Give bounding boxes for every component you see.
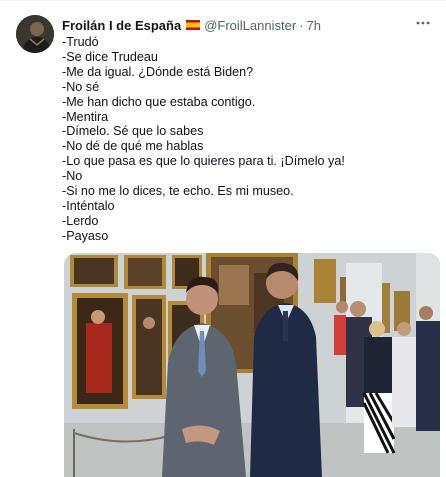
tweet-line: -Mentira — [62, 109, 109, 124]
tweet-line: -Payaso — [62, 228, 109, 243]
tweet-header: Froilán I de España @FroilLannister · 7h — [62, 15, 438, 35]
tweet-line: -Lerdo — [62, 213, 99, 228]
timestamp[interactable]: 7h — [307, 18, 321, 33]
display-name[interactable]: Froilán I de España — [62, 18, 181, 33]
tweet-line: -Si no me lo dices, te echo. Es mi museo… — [62, 184, 294, 199]
tweet-line: -No dé de qué me hablas — [62, 139, 204, 154]
tweet-photo[interactable] — [64, 253, 440, 477]
separator: · — [299, 17, 304, 33]
more-horizontal-icon[interactable] — [412, 13, 434, 33]
museum-photo — [64, 253, 440, 477]
tweet-line: -Me han dicho que estaba contigo. — [62, 94, 256, 109]
tweet-line: -Dímelo. Sé que lo sabes — [62, 124, 204, 139]
tweet-line: -No — [62, 169, 83, 184]
tweet-line: -Se dice Trudeau — [62, 49, 158, 64]
tweet[interactable]: Froilán I de España @FroilLannister · 7h… — [0, 0, 446, 477]
tweet-content: Froilán I de España @FroilLannister · 7h… — [62, 15, 438, 244]
tweet-line: -No sé — [62, 79, 100, 94]
tweet-line: -Inténtalo — [62, 198, 115, 213]
tweet-line: -Me da igual. ¿Dónde está Biden? — [62, 64, 254, 79]
spain-flag-icon — [186, 20, 201, 30]
tweet-line: -Trudó — [62, 35, 99, 49]
user-handle[interactable]: @FroilLannister — [204, 18, 296, 33]
tweet-line: -Lo que pasa es que lo quieres para ti. … — [62, 154, 345, 169]
avatar[interactable] — [16, 15, 54, 53]
avatar-image — [16, 15, 54, 53]
tweet-text: -Trudó -Se dice Trudeau -Me da igual. ¿D… — [62, 35, 438, 244]
